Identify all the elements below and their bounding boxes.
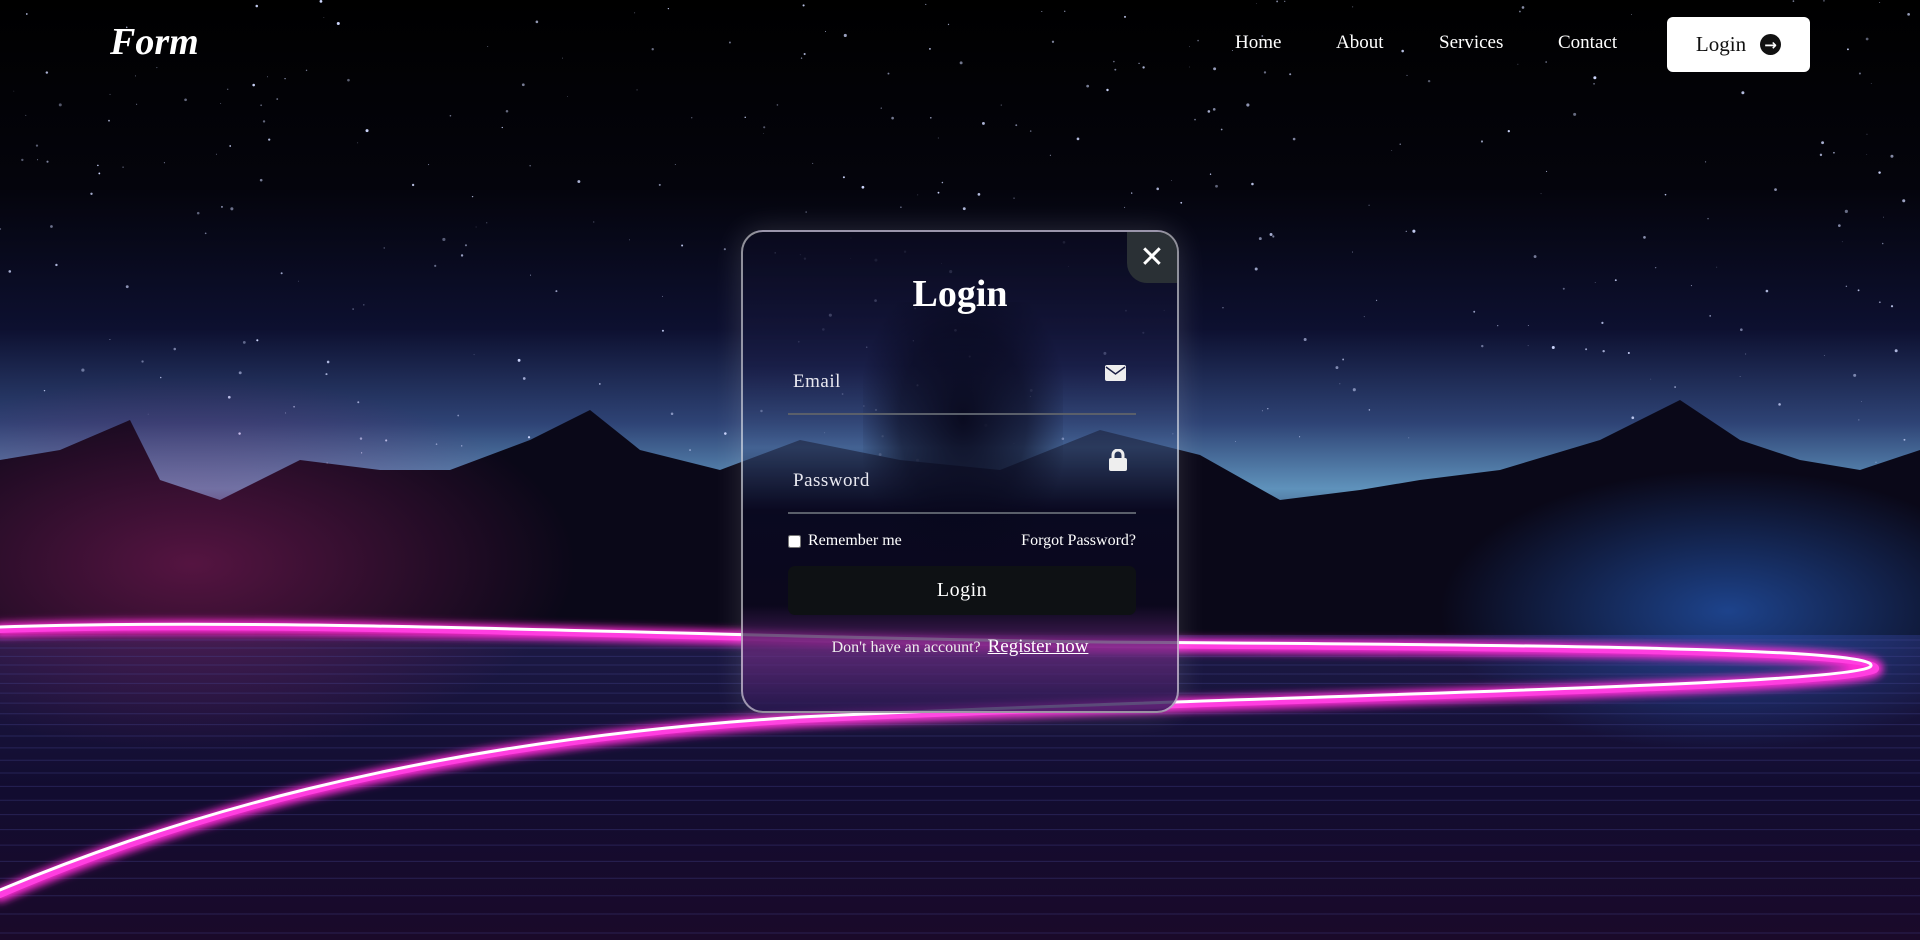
modal-title: Login bbox=[912, 273, 1008, 315]
register-link[interactable]: Register now bbox=[988, 636, 1089, 657]
envelope-icon bbox=[1105, 365, 1126, 381]
login-submit-button[interactable]: Login bbox=[788, 566, 1136, 615]
remember-checkbox[interactable] bbox=[788, 534, 801, 548]
nav-home[interactable]: Home bbox=[1235, 32, 1281, 54]
remember-label: Remember me bbox=[808, 532, 902, 549]
forgot-password-link[interactable]: Forgot Password? bbox=[1021, 532, 1136, 550]
options-row: Remember me Forgot Password? bbox=[788, 532, 1136, 550]
site-header: Form Home About Services Contact Login → bbox=[0, 0, 1920, 90]
header-login-button[interactable]: Login → bbox=[1667, 17, 1810, 72]
password-field: Password bbox=[788, 449, 1136, 514]
nav-services[interactable]: Services bbox=[1439, 32, 1503, 54]
remember-me[interactable]: Remember me bbox=[788, 532, 902, 550]
register-text: Don't have an account? bbox=[831, 639, 981, 656]
close-icon: ✕ bbox=[1139, 240, 1165, 275]
password-label: Password bbox=[793, 470, 870, 491]
arrow-right-circle-icon: → bbox=[1760, 34, 1782, 55]
nav-about[interactable]: About bbox=[1336, 32, 1384, 54]
header-login-label: Login bbox=[1695, 32, 1747, 56]
login-modal: ✕ Login Email Password Remember me Forgo… bbox=[741, 230, 1179, 713]
email-field: Email bbox=[788, 355, 1136, 415]
email-label: Email bbox=[793, 371, 841, 392]
nav-contact[interactable]: Contact bbox=[1558, 32, 1617, 54]
register-prompt: Don't have an account? Register now bbox=[743, 636, 1177, 658]
lock-icon bbox=[1109, 449, 1127, 471]
logo[interactable]: Form bbox=[110, 20, 199, 64]
